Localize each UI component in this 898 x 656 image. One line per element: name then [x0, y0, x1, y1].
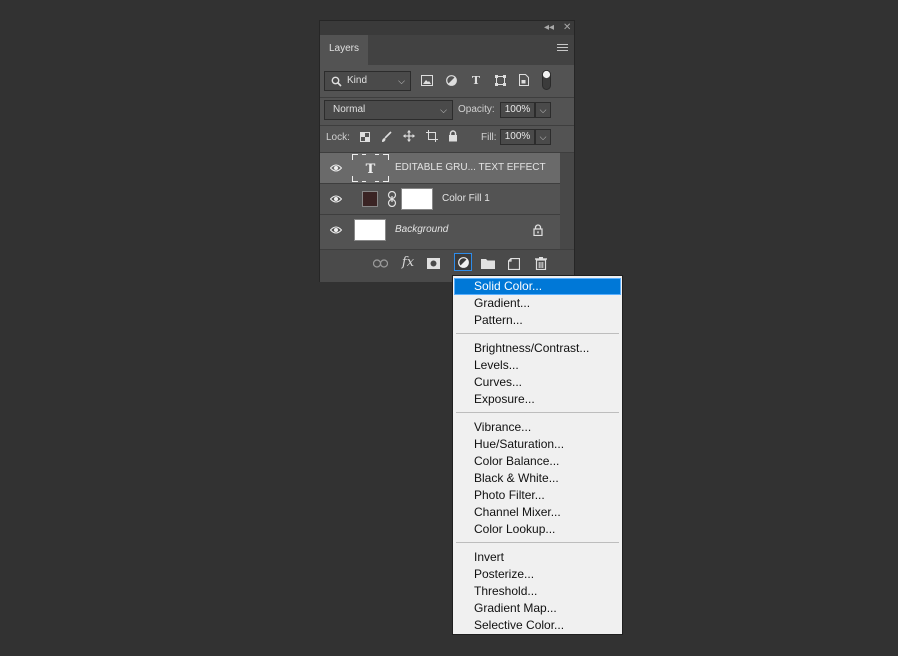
svg-text:T: T: [366, 162, 376, 177]
layers-panel: ◂◂ ✕ Layers Kind ⌵ T Normal ⌵ Opacity: 1…: [319, 20, 575, 282]
image-filter-icon[interactable]: [421, 75, 433, 86]
lock-position-icon[interactable]: [403, 130, 415, 142]
filter-kind-label: Kind: [347, 75, 368, 86]
blend-mode-select[interactable]: Normal ⌵: [324, 100, 453, 120]
chain-link-icon[interactable]: [387, 191, 397, 207]
fill-input[interactable]: 100%: [500, 129, 535, 145]
fill-color-swatch[interactable]: [362, 191, 378, 207]
menu-item-gradient-map[interactable]: Gradient Map...: [454, 600, 621, 617]
type-filter-icon[interactable]: T: [470, 74, 482, 88]
menu-item-channel-mixer[interactable]: Channel Mixer...: [454, 504, 621, 521]
lock-all-icon[interactable]: [448, 130, 458, 142]
menu-item-curves[interactable]: Curves...: [454, 374, 621, 391]
menu-item-photo-filter[interactable]: Photo Filter...: [454, 487, 621, 504]
tab-layers[interactable]: Layers: [320, 35, 368, 65]
smart-object-filter-icon[interactable]: [519, 74, 529, 86]
close-icon[interactable]: ✕: [563, 22, 571, 34]
layer-row-text[interactable]: T EDITABLE GRU... TEXT EFFECT: [320, 153, 560, 183]
menu-item-levels[interactable]: Levels...: [454, 357, 621, 374]
menu-item-selective-color[interactable]: Selective Color...: [454, 617, 621, 634]
panel-title-bar[interactable]: ◂◂ ✕: [320, 21, 574, 35]
layer-row-background[interactable]: Background: [320, 215, 560, 245]
filter-row: Kind ⌵ T: [320, 65, 574, 97]
filter-kind-select[interactable]: Kind ⌵: [324, 71, 411, 91]
menu-item-pattern[interactable]: Pattern...: [454, 312, 621, 329]
menu-separator: [456, 412, 619, 413]
fill-label: Fill:: [481, 132, 497, 143]
text-layer-thumbnail[interactable]: T: [352, 154, 389, 182]
adjustment-layer-menu: Solid Color... Gradient... Pattern... Br…: [452, 275, 623, 635]
new-group-icon[interactable]: [481, 258, 495, 269]
menu-separator: [456, 333, 619, 334]
lock-label: Lock:: [326, 132, 350, 143]
eye-icon[interactable]: [330, 164, 342, 172]
opacity-input[interactable]: 100%: [500, 102, 535, 118]
eye-icon[interactable]: [330, 195, 342, 203]
menu-item-exposure[interactable]: Exposure...: [454, 391, 621, 408]
menu-item-solid-color[interactable]: Solid Color...: [454, 278, 621, 295]
lock-transparent-pixels-icon[interactable]: [360, 132, 370, 142]
search-icon: [331, 76, 342, 87]
lock-icon: [533, 224, 543, 236]
opacity-label: Opacity:: [458, 104, 495, 115]
menu-item-gradient[interactable]: Gradient...: [454, 295, 621, 312]
menu-item-black-white[interactable]: Black & White...: [454, 470, 621, 487]
menu-item-color-balance[interactable]: Color Balance...: [454, 453, 621, 470]
delete-layer-icon[interactable]: [535, 257, 547, 270]
menu-item-color-lookup[interactable]: Color Lookup...: [454, 521, 621, 538]
background-thumbnail[interactable]: [354, 219, 386, 241]
menu-item-brightness-contrast[interactable]: Brightness/Contrast...: [454, 340, 621, 357]
shape-filter-icon[interactable]: [495, 75, 506, 86]
hamburger-menu-icon[interactable]: [557, 44, 568, 53]
new-layer-icon[interactable]: [508, 258, 520, 270]
eye-icon[interactable]: [330, 226, 342, 234]
menu-item-threshold[interactable]: Threshold...: [454, 583, 621, 600]
layer-name[interactable]: EDITABLE GRU... TEXT EFFECT: [395, 161, 546, 175]
fx-layer-style-icon[interactable]: fx: [400, 256, 416, 270]
layer-name[interactable]: Background: [395, 223, 448, 237]
menu-item-hue-saturation[interactable]: Hue/Saturation...: [454, 436, 621, 453]
layers-scrollbar[interactable]: [560, 153, 574, 249]
menu-item-posterize[interactable]: Posterize...: [454, 566, 621, 583]
double-chevron-left-icon[interactable]: ◂◂: [544, 22, 554, 34]
menu-separator: [456, 542, 619, 543]
filter-toggle-icon[interactable]: [542, 70, 551, 90]
link-layers-icon[interactable]: [373, 259, 388, 268]
panel-tab-bar: Layers: [320, 35, 574, 65]
blend-row: Normal ⌵ Opacity: 100% ⌵: [320, 98, 574, 125]
lock-row: Lock: Fill: 100% ⌵: [320, 126, 574, 152]
menu-item-invert[interactable]: Invert: [454, 549, 621, 566]
new-adjustment-layer-button[interactable]: [454, 253, 472, 271]
adjustment-filter-icon[interactable]: [446, 75, 457, 86]
fill-slider-toggle[interactable]: ⌵: [535, 129, 551, 145]
layer-row-color-fill[interactable]: Color Fill 1: [320, 184, 560, 214]
chevron-down-icon: ⌵: [398, 76, 405, 86]
new-adjustment-layer-icon: [458, 257, 469, 268]
blend-mode-value: Normal: [333, 104, 366, 115]
add-mask-icon[interactable]: [427, 258, 440, 269]
chevron-down-icon: ⌵: [440, 105, 447, 115]
layer-mask-thumbnail[interactable]: [401, 188, 433, 210]
layer-name[interactable]: Color Fill 1: [442, 192, 490, 206]
lock-artboard-icon[interactable]: [426, 130, 438, 142]
menu-item-vibrance[interactable]: Vibrance...: [454, 419, 621, 436]
lock-image-pixels-icon[interactable]: [381, 131, 392, 143]
opacity-slider-toggle[interactable]: ⌵: [535, 102, 551, 118]
